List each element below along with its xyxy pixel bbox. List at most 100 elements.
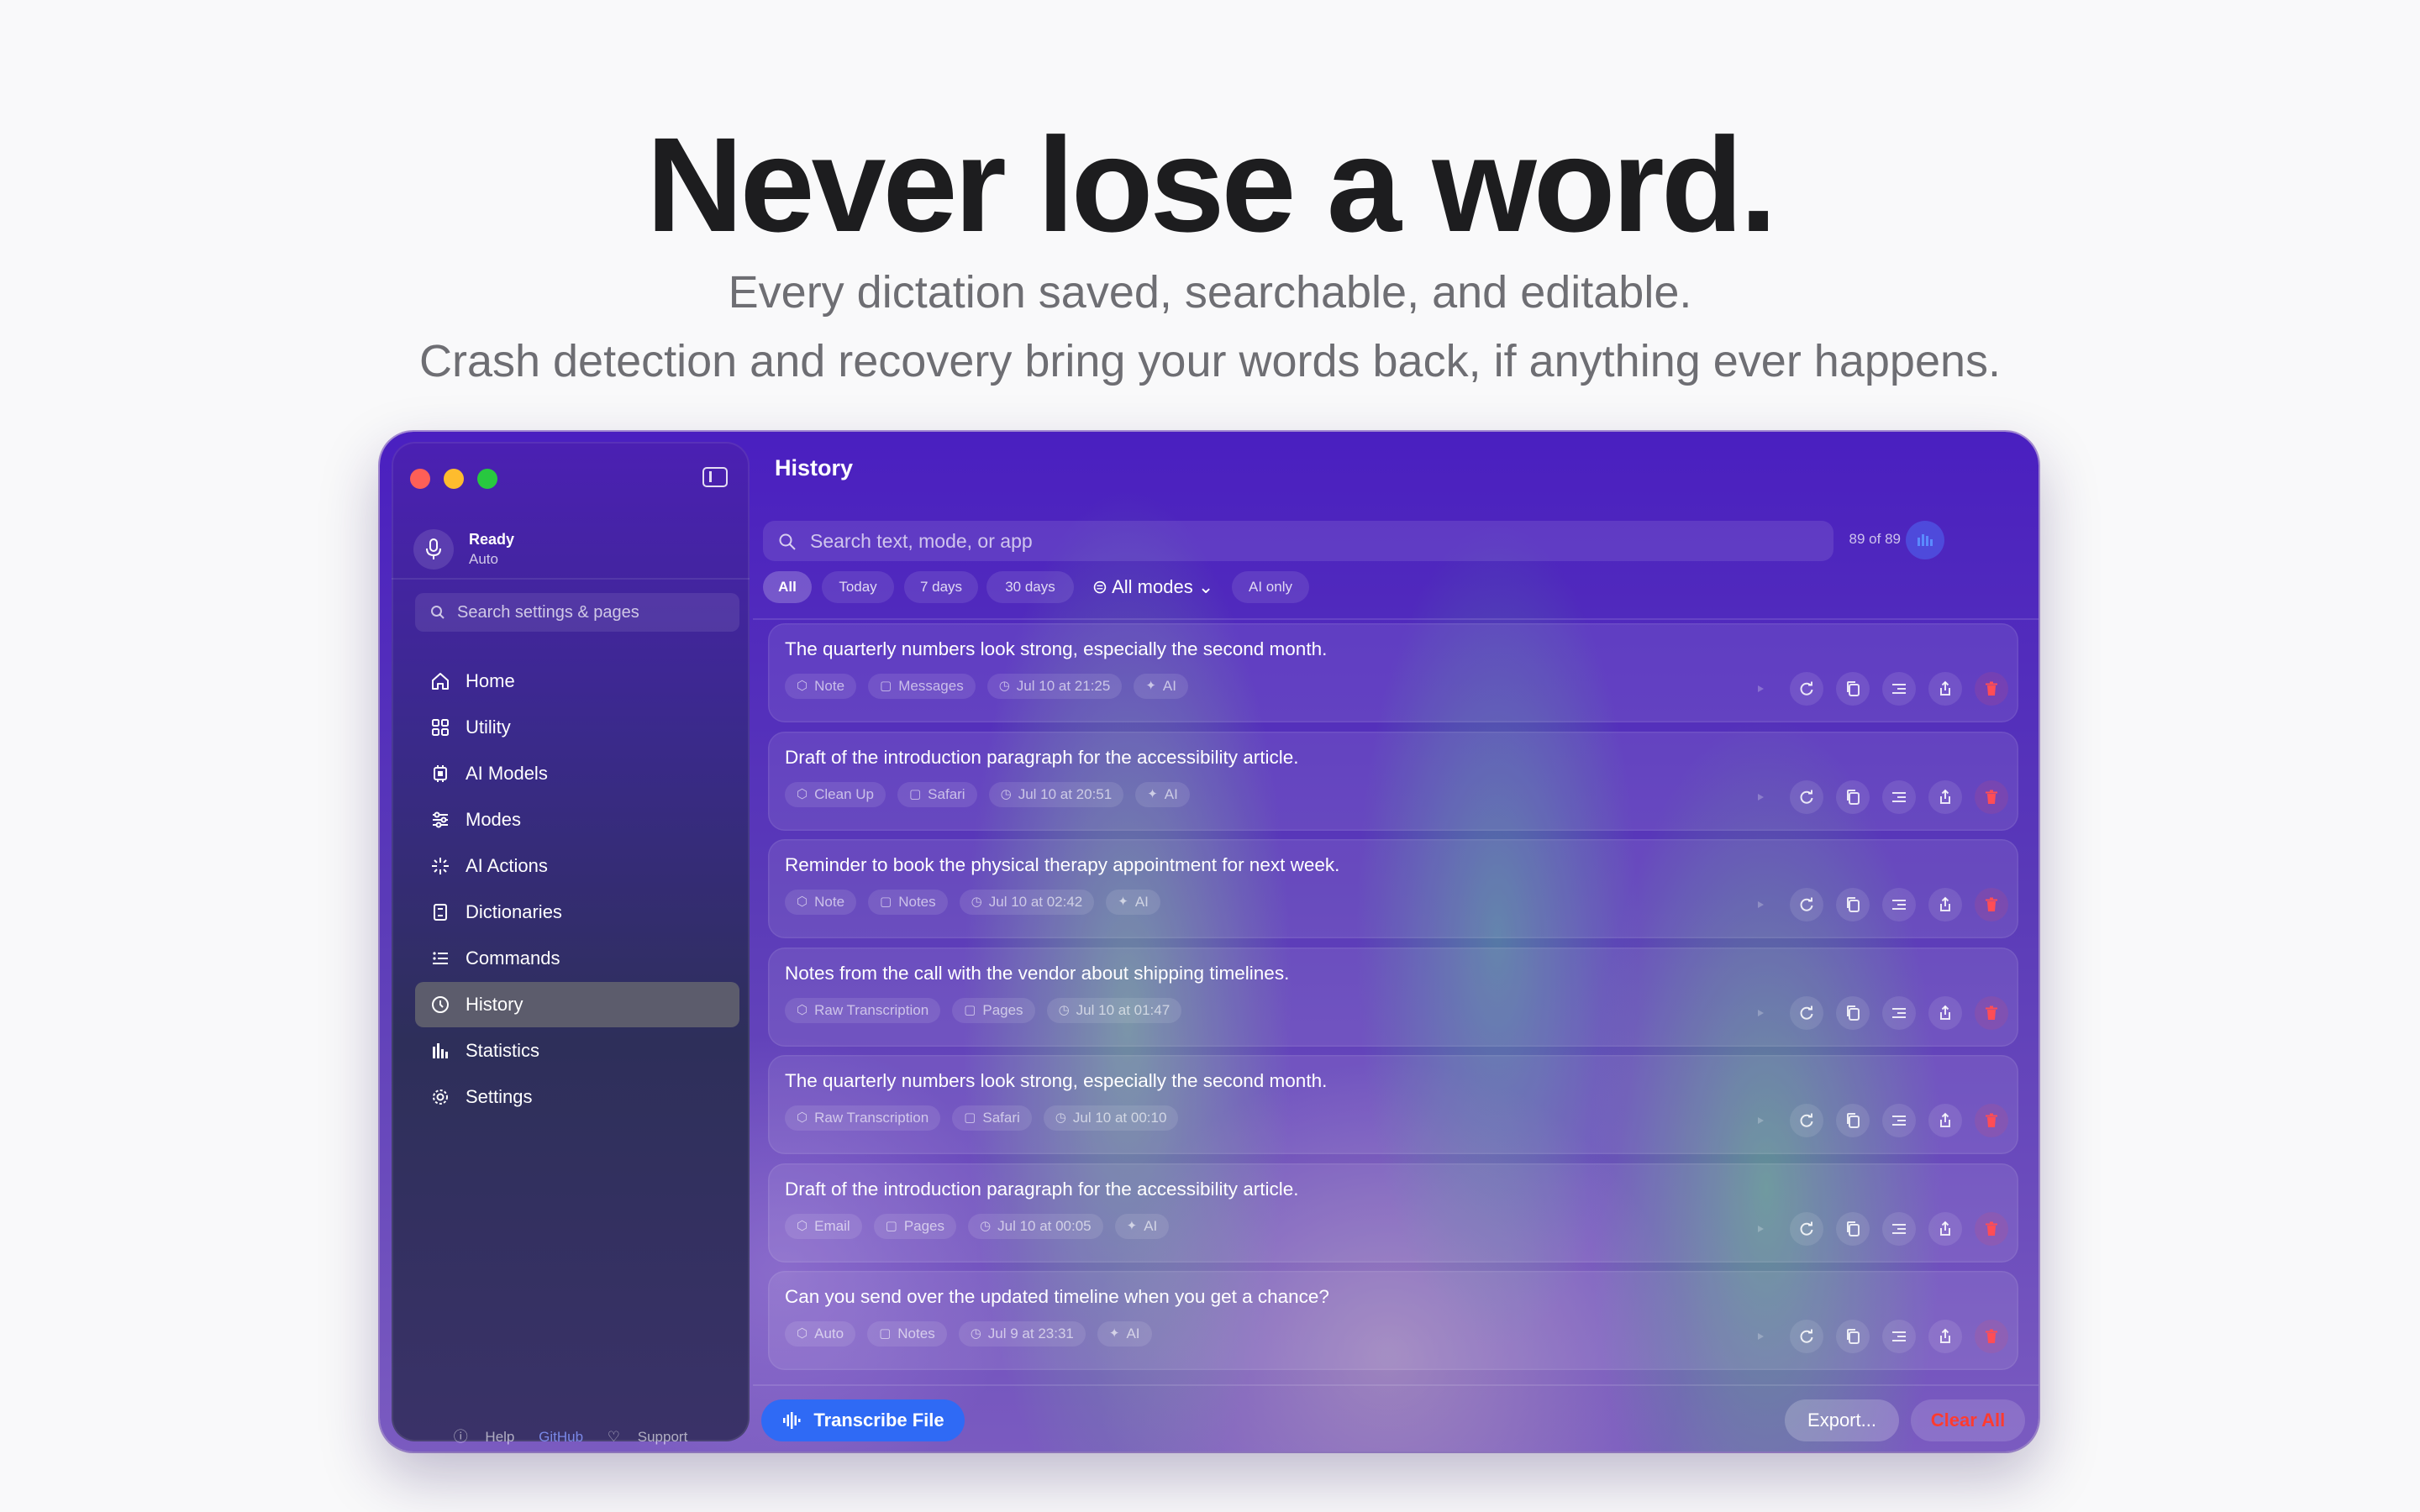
- sidebar-item-home[interactable]: Home: [415, 659, 739, 704]
- entry-tags: ⬡ Note ▢ Messages ◷ Jul 10 at 21:25 ✦ AI: [785, 674, 1200, 699]
- sidebar-item-utility[interactable]: Utility: [415, 705, 739, 750]
- sidebar-item-label: AI Actions: [466, 855, 548, 876]
- minimize-window-button[interactable]: [444, 469, 464, 489]
- history-entry[interactable]: Reminder to book the physical therapy ap…: [768, 839, 2018, 938]
- share-icon: [1940, 896, 1950, 911]
- copy-button[interactable]: [1836, 1211, 1870, 1246]
- sidebar-item-dictionaries[interactable]: Dictionaries: [415, 890, 739, 935]
- trash-icon: [1986, 1005, 1997, 1020]
- trash-icon: [1986, 681, 1997, 696]
- copy-button[interactable]: [1836, 995, 1870, 1030]
- history-entry[interactable]: Notes from the call with the vendor abou…: [768, 947, 2018, 1047]
- play-button[interactable]: [1744, 996, 1777, 1030]
- hero-title: Never lose a word.: [646, 109, 1777, 260]
- retry-button[interactable]: [1790, 1320, 1823, 1353]
- share-button[interactable]: [1928, 1320, 1962, 1353]
- mode-tag: ⬡ Raw Transcription: [785, 1105, 941, 1131]
- zoom-window-button[interactable]: [477, 469, 497, 489]
- history-entry[interactable]: Draft of the introduction paragraph for …: [768, 731, 2018, 831]
- play-button[interactable]: [1744, 672, 1777, 706]
- share-button[interactable]: [1928, 888, 1962, 921]
- copy-button[interactable]: [1836, 780, 1870, 814]
- close-window-button[interactable]: [410, 469, 430, 489]
- sidebar-toggle-icon[interactable]: [702, 467, 728, 487]
- history-list: The quarterly numbers look strong, espec…: [768, 623, 2018, 1396]
- filter-7-days[interactable]: 7 days: [904, 571, 978, 603]
- github-link[interactable]: GitHub: [539, 1429, 583, 1445]
- delete-button[interactable]: [1975, 1211, 2008, 1246]
- history-entry[interactable]: Can you send over the updated timeline w…: [768, 1271, 2018, 1370]
- history-search-input[interactable]: Search text, mode, or app: [763, 521, 1833, 561]
- retry-button[interactable]: [1790, 672, 1823, 706]
- trash-icon: [1986, 1221, 1997, 1236]
- sidebar-item-label: Home: [466, 670, 515, 691]
- sidebar-item-modes[interactable]: Modes: [415, 797, 739, 843]
- waveform-icon: [1918, 534, 1933, 546]
- modes-dropdown[interactable]: ⊜ All modes ⌄: [1082, 571, 1223, 603]
- delete-button[interactable]: [1975, 995, 2008, 1030]
- sidebar-item-settings[interactable]: Settings: [415, 1074, 739, 1120]
- edit-text-button[interactable]: [1882, 995, 1916, 1030]
- history-entry[interactable]: Draft of the introduction paragraph for …: [768, 1163, 2018, 1263]
- export-button[interactable]: Export...: [1785, 1399, 1899, 1441]
- edit-text-button[interactable]: [1882, 780, 1916, 814]
- sidebar-item-history[interactable]: History: [415, 982, 739, 1027]
- delete-button[interactable]: [1975, 672, 2008, 706]
- copy-button[interactable]: [1836, 1104, 1870, 1137]
- sidebar-item-ai-actions[interactable]: AI Actions: [415, 843, 739, 889]
- settings-search-input[interactable]: Search settings & pages: [415, 593, 739, 632]
- edit-text-button[interactable]: [1882, 1211, 1916, 1246]
- clock-icon: ◷: [971, 895, 982, 909]
- filter-ai-only[interactable]: AI only: [1232, 571, 1309, 603]
- entry-tags: ⬡ Raw Transcription ▢ Safari ◷ Jul 10 at 00:1…: [785, 1105, 1190, 1131]
- delete-button[interactable]: [1975, 780, 2008, 814]
- delete-button[interactable]: [1975, 1320, 2008, 1353]
- ai-tag: ✦ AI: [1134, 674, 1188, 699]
- delete-button[interactable]: [1975, 1104, 2008, 1137]
- edit-text-button[interactable]: [1882, 888, 1916, 921]
- play-button[interactable]: [1744, 1320, 1777, 1353]
- sparkle-icon: ✦: [1145, 679, 1156, 693]
- play-button[interactable]: [1744, 780, 1777, 814]
- sidebar-item-commands[interactable]: Commands: [415, 936, 739, 981]
- filter-today[interactable]: Today: [822, 571, 894, 603]
- clear-all-button[interactable]: Clear All: [1911, 1399, 2025, 1441]
- time-label: Jul 10 at 00:05: [997, 1217, 1092, 1234]
- share-button[interactable]: [1928, 995, 1962, 1030]
- retry-button[interactable]: [1790, 780, 1823, 814]
- play-button[interactable]: [1744, 1212, 1777, 1246]
- copy-icon: [1847, 1005, 1860, 1021]
- transcribe-file-button[interactable]: Transcribe File: [761, 1399, 965, 1441]
- share-button[interactable]: [1928, 1211, 1962, 1246]
- app-window-icon: ▢: [880, 679, 892, 693]
- copy-button[interactable]: [1836, 888, 1870, 921]
- sidebar-item-statistics[interactable]: Statistics: [415, 1028, 739, 1074]
- play-button[interactable]: [1744, 1104, 1777, 1137]
- filter-all[interactable]: All: [763, 571, 812, 603]
- history-entry[interactable]: The quarterly numbers look strong, espec…: [768, 1055, 2018, 1154]
- retry-button[interactable]: [1790, 1211, 1823, 1246]
- sidebar-item-ai-models[interactable]: AI Models: [415, 751, 739, 796]
- app-label: Safari: [928, 785, 965, 802]
- help-link[interactable]: ⓘ Help: [447, 1429, 522, 1445]
- share-button[interactable]: [1928, 780, 1962, 814]
- ai-label: AI: [1126, 1326, 1140, 1341]
- filter-30-days[interactable]: 30 days: [986, 571, 1074, 603]
- retry-button[interactable]: [1790, 995, 1823, 1030]
- delete-button[interactable]: [1975, 888, 2008, 921]
- retry-button[interactable]: [1790, 1104, 1823, 1137]
- play-button[interactable]: [1744, 888, 1777, 921]
- support-link[interactable]: ♡ Support: [601, 1429, 695, 1445]
- copy-button[interactable]: [1836, 1320, 1870, 1353]
- history-entry[interactable]: The quarterly numbers look strong, espec…: [768, 623, 2018, 722]
- waveform-button[interactable]: [1906, 521, 1944, 559]
- edit-text-button[interactable]: [1882, 672, 1916, 706]
- share-button[interactable]: [1928, 1104, 1962, 1137]
- clock-icon: ◷: [1000, 786, 1012, 801]
- edit-text-button[interactable]: [1882, 1320, 1916, 1353]
- dictation-status[interactable]: Ready Auto: [403, 519, 739, 578]
- copy-button[interactable]: [1836, 672, 1870, 706]
- retry-button[interactable]: [1790, 888, 1823, 921]
- edit-text-button[interactable]: [1882, 1104, 1916, 1137]
- share-button[interactable]: [1928, 672, 1962, 706]
